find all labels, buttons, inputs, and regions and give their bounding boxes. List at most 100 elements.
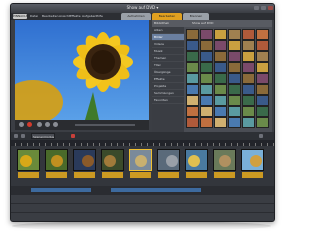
library-thumbnail[interactable] bbox=[200, 62, 213, 73]
library-thumbnail[interactable] bbox=[228, 29, 241, 40]
tab-capture[interactable]: Aufnehmen bbox=[121, 13, 151, 20]
library-thumbnail[interactable] bbox=[228, 106, 241, 117]
library-thumbnail[interactable] bbox=[214, 106, 227, 117]
library-thumbnail[interactable] bbox=[186, 29, 199, 40]
library-thumbnail[interactable] bbox=[228, 117, 241, 128]
library-tree-item[interactable]: Effekte bbox=[152, 76, 184, 83]
library-tree-item[interactable]: Musik bbox=[152, 48, 184, 55]
library-tree-item[interactable]: Videos bbox=[152, 41, 184, 48]
library-tree-item[interactable]: Übergänge bbox=[152, 69, 184, 76]
library-thumbnail[interactable] bbox=[242, 29, 255, 40]
storyboard-clip[interactable] bbox=[213, 149, 236, 178]
view-mode-dropdown[interactable]: Szenenmodus bbox=[31, 133, 55, 139]
timeline-track[interactable] bbox=[11, 194, 274, 203]
library-thumbnail[interactable] bbox=[186, 95, 199, 106]
minimize-icon[interactable] bbox=[254, 6, 259, 10]
library-thumbnail[interactable] bbox=[228, 84, 241, 95]
library-thumbnail[interactable] bbox=[186, 84, 199, 95]
library-thumbnail[interactable] bbox=[242, 117, 255, 128]
marker-icon[interactable] bbox=[71, 134, 75, 138]
library-tree-item[interactable]: Projekte bbox=[152, 83, 184, 90]
storyboard-clip[interactable] bbox=[101, 149, 124, 178]
library-thumbnail[interactable] bbox=[186, 62, 199, 73]
library-thumbnail[interactable] bbox=[242, 40, 255, 51]
library-thumbnail[interactable] bbox=[200, 29, 213, 40]
preview-player[interactable] bbox=[15, 20, 149, 120]
maximize-icon[interactable] bbox=[261, 6, 266, 10]
library-thumbnail[interactable] bbox=[200, 84, 213, 95]
storyboard-clip[interactable] bbox=[45, 149, 68, 178]
library-thumbnail[interactable] bbox=[214, 117, 227, 128]
audio-clip[interactable] bbox=[31, 188, 91, 192]
tab-burn[interactable]: Brennen bbox=[183, 13, 209, 20]
library-thumbnail[interactable] bbox=[214, 62, 227, 73]
storyboard-clip[interactable] bbox=[129, 149, 152, 178]
menu-item[interactable]: Bearbeiten bbox=[42, 14, 58, 19]
zoom-icon[interactable] bbox=[259, 134, 263, 138]
library-thumbnail[interactable] bbox=[242, 51, 255, 62]
library-tree-item[interactable]: Alben bbox=[152, 27, 184, 34]
library-thumbnail[interactable] bbox=[200, 106, 213, 117]
library-tree-item[interactable]: Themen bbox=[152, 55, 184, 62]
stop-button[interactable] bbox=[45, 122, 50, 127]
library-thumbnail[interactable] bbox=[256, 51, 269, 62]
audio-track[interactable] bbox=[11, 186, 274, 194]
timeline-track[interactable] bbox=[11, 212, 274, 221]
storyboard-clip[interactable] bbox=[241, 149, 264, 178]
library-thumbnail[interactable] bbox=[200, 95, 213, 106]
rewind-button[interactable] bbox=[19, 122, 24, 127]
storyboard-clip[interactable] bbox=[73, 149, 96, 178]
library-collection[interactable]: Show auf DVD bbox=[192, 21, 213, 26]
library-thumbnail[interactable] bbox=[256, 106, 269, 117]
library-thumbnail[interactable] bbox=[256, 62, 269, 73]
library-thumbnail[interactable] bbox=[228, 51, 241, 62]
menu-item[interactable]: Ansicht bbox=[59, 14, 70, 19]
library-thumbnail[interactable] bbox=[186, 73, 199, 84]
library-thumbnail[interactable] bbox=[242, 84, 255, 95]
record-button[interactable] bbox=[27, 122, 32, 127]
menu-item[interactable]: Effekte bbox=[70, 14, 81, 19]
library-thumbnail[interactable] bbox=[214, 73, 227, 84]
library-thumbnail[interactable] bbox=[200, 40, 213, 51]
library-thumbnail[interactable] bbox=[186, 106, 199, 117]
trash-icon[interactable] bbox=[21, 134, 25, 138]
library-thumbnail[interactable] bbox=[186, 51, 199, 62]
scissors-icon[interactable] bbox=[14, 134, 18, 138]
library-thumbnail[interactable] bbox=[228, 95, 241, 106]
close-icon[interactable] bbox=[268, 6, 273, 10]
library-thumbnail[interactable] bbox=[200, 117, 213, 128]
library-thumbnail[interactable] bbox=[214, 84, 227, 95]
library-thumbnail[interactable] bbox=[214, 51, 227, 62]
library-thumbnail[interactable] bbox=[228, 62, 241, 73]
storyboard-clip[interactable] bbox=[185, 149, 208, 178]
audio-clip[interactable] bbox=[111, 188, 201, 192]
scrub-slider[interactable] bbox=[75, 124, 135, 126]
library-tree-item[interactable]: Bilder bbox=[152, 34, 184, 41]
library-thumbnail[interactable] bbox=[256, 117, 269, 128]
play-button[interactable] bbox=[37, 122, 42, 127]
library-thumbnail[interactable] bbox=[242, 62, 255, 73]
forward-button[interactable] bbox=[53, 122, 58, 127]
library-thumbnail[interactable] bbox=[200, 73, 213, 84]
library-thumbnail[interactable] bbox=[228, 40, 241, 51]
storyboard-clip[interactable] bbox=[17, 149, 40, 178]
menu-item[interactable]: Hilfe bbox=[96, 14, 103, 19]
library-thumbnail[interactable] bbox=[256, 84, 269, 95]
menu-item[interactable]: Datei bbox=[30, 14, 38, 19]
library-thumbnail[interactable] bbox=[214, 29, 227, 40]
library-thumbnail[interactable] bbox=[214, 40, 227, 51]
library-thumbnail[interactable] bbox=[214, 95, 227, 106]
library-thumbnail[interactable] bbox=[256, 40, 269, 51]
library-thumbnail[interactable] bbox=[242, 95, 255, 106]
library-thumbnail[interactable] bbox=[242, 73, 255, 84]
tab-edit[interactable]: Bearbeiten bbox=[152, 13, 182, 20]
library-thumbnail[interactable] bbox=[256, 95, 269, 106]
timeline-track[interactable] bbox=[11, 203, 274, 212]
library-thumbnail[interactable] bbox=[242, 106, 255, 117]
library-thumbnail[interactable] bbox=[256, 29, 269, 40]
library-thumbnail[interactable] bbox=[186, 117, 199, 128]
library-tree-item[interactable]: Titel bbox=[152, 62, 184, 69]
library-thumbnail[interactable] bbox=[200, 51, 213, 62]
menu-item[interactable]: Aufgaben bbox=[82, 14, 96, 19]
library-tree-item[interactable]: Favoriten bbox=[152, 97, 184, 104]
